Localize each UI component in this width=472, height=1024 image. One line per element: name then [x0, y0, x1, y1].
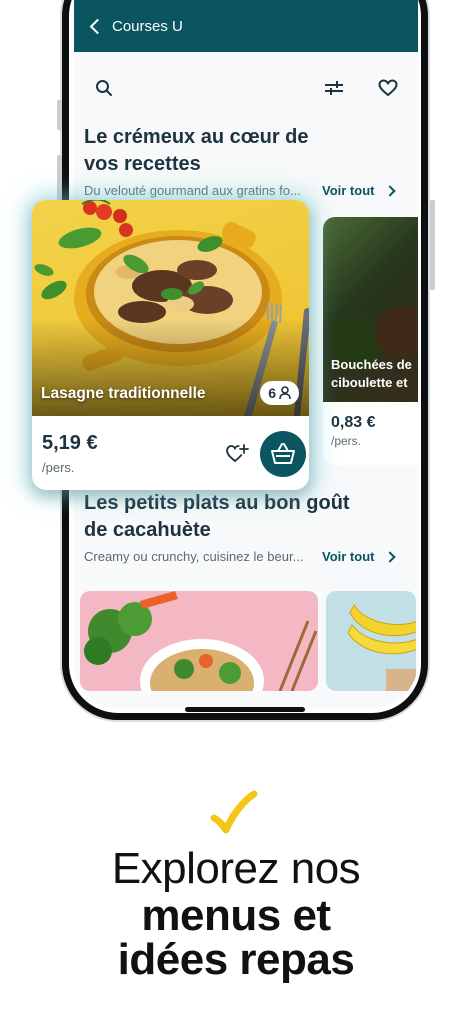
recipe-name: Lasagne traditionnelle	[41, 385, 206, 402]
basket-icon	[271, 443, 295, 464]
chevron-right-icon[interactable]	[384, 550, 397, 563]
recipe-image: Bouchées de ciboulette et	[323, 217, 418, 402]
promo-tagline: Explorez nos menus et idées repas	[0, 844, 472, 982]
add-favorite-button[interactable]	[224, 440, 250, 466]
chevron-right-icon[interactable]	[384, 184, 397, 197]
servings-count: 6	[268, 385, 276, 401]
recipe-thumbnail-bananas[interactable]	[326, 591, 416, 691]
recipe-thumbnail-noodles[interactable]	[80, 591, 318, 691]
heart-icon[interactable]	[376, 76, 400, 100]
filter-icon[interactable]	[322, 76, 346, 100]
search-icon[interactable]	[92, 76, 116, 100]
home-indicator	[185, 707, 305, 712]
promo-line-1: Explorez nos	[111, 844, 361, 893]
section-cacahuete: Les petits plats au bon goût de cacahuèt…	[74, 490, 418, 564]
checkmark-icon	[208, 790, 258, 839]
section-description: Creamy ou crunchy, cuisinez le beur...	[84, 549, 304, 564]
recipe-price: 5,19 €	[42, 432, 98, 454]
section-title-cacahuete: Les petits plats au bon goût de cacahuèt…	[84, 492, 350, 541]
back-chevron-icon[interactable]	[89, 18, 106, 34]
section-description: Du velouté gourmand aux gratins fo...	[84, 183, 301, 198]
promo-line-3: idées repas	[117, 935, 355, 984]
recipe-price-unit: /pers.	[42, 460, 75, 475]
recipe-name: Bouchées de ciboulette et	[331, 357, 412, 390]
person-icon	[279, 386, 291, 400]
recipe-thumbnails-row	[80, 591, 418, 708]
section-subheader-cremeux: Du velouté gourmand aux gratins fo... Vo…	[74, 178, 418, 198]
recipe-image: Lasagne traditionnelle 6	[32, 200, 309, 416]
app-title[interactable]: Courses U	[112, 18, 183, 35]
see-all-link[interactable]: Voir tout	[322, 183, 374, 198]
section-title-cremeux: Le crémeux au cœur de vos recettes	[84, 126, 309, 175]
recipe-card-footer: 5,19 € /pers.	[32, 416, 309, 490]
recipe-price: 0,83 €	[331, 414, 376, 431]
phone-power-button	[430, 200, 435, 290]
phone-side-button	[57, 100, 62, 130]
top-navigation-bar: Courses U	[74, 0, 418, 52]
toolbar	[74, 52, 418, 124]
see-all-link[interactable]: Voir tout	[322, 549, 374, 564]
add-to-basket-button[interactable]	[260, 431, 306, 477]
promo-line-2: menus et	[141, 891, 331, 940]
servings-badge: 6	[260, 381, 299, 405]
section-subheader-cacahuete: Creamy ou crunchy, cuisinez le beur... V…	[74, 544, 418, 564]
recipe-card-bouchees[interactable]: Bouchées de ciboulette et 0,83 € /pers.	[323, 217, 418, 465]
recipe-price-unit: /pers.	[331, 434, 362, 448]
recipe-card-lasagne[interactable]: Lasagne traditionnelle 6 5,19 € /pers.	[32, 200, 309, 490]
